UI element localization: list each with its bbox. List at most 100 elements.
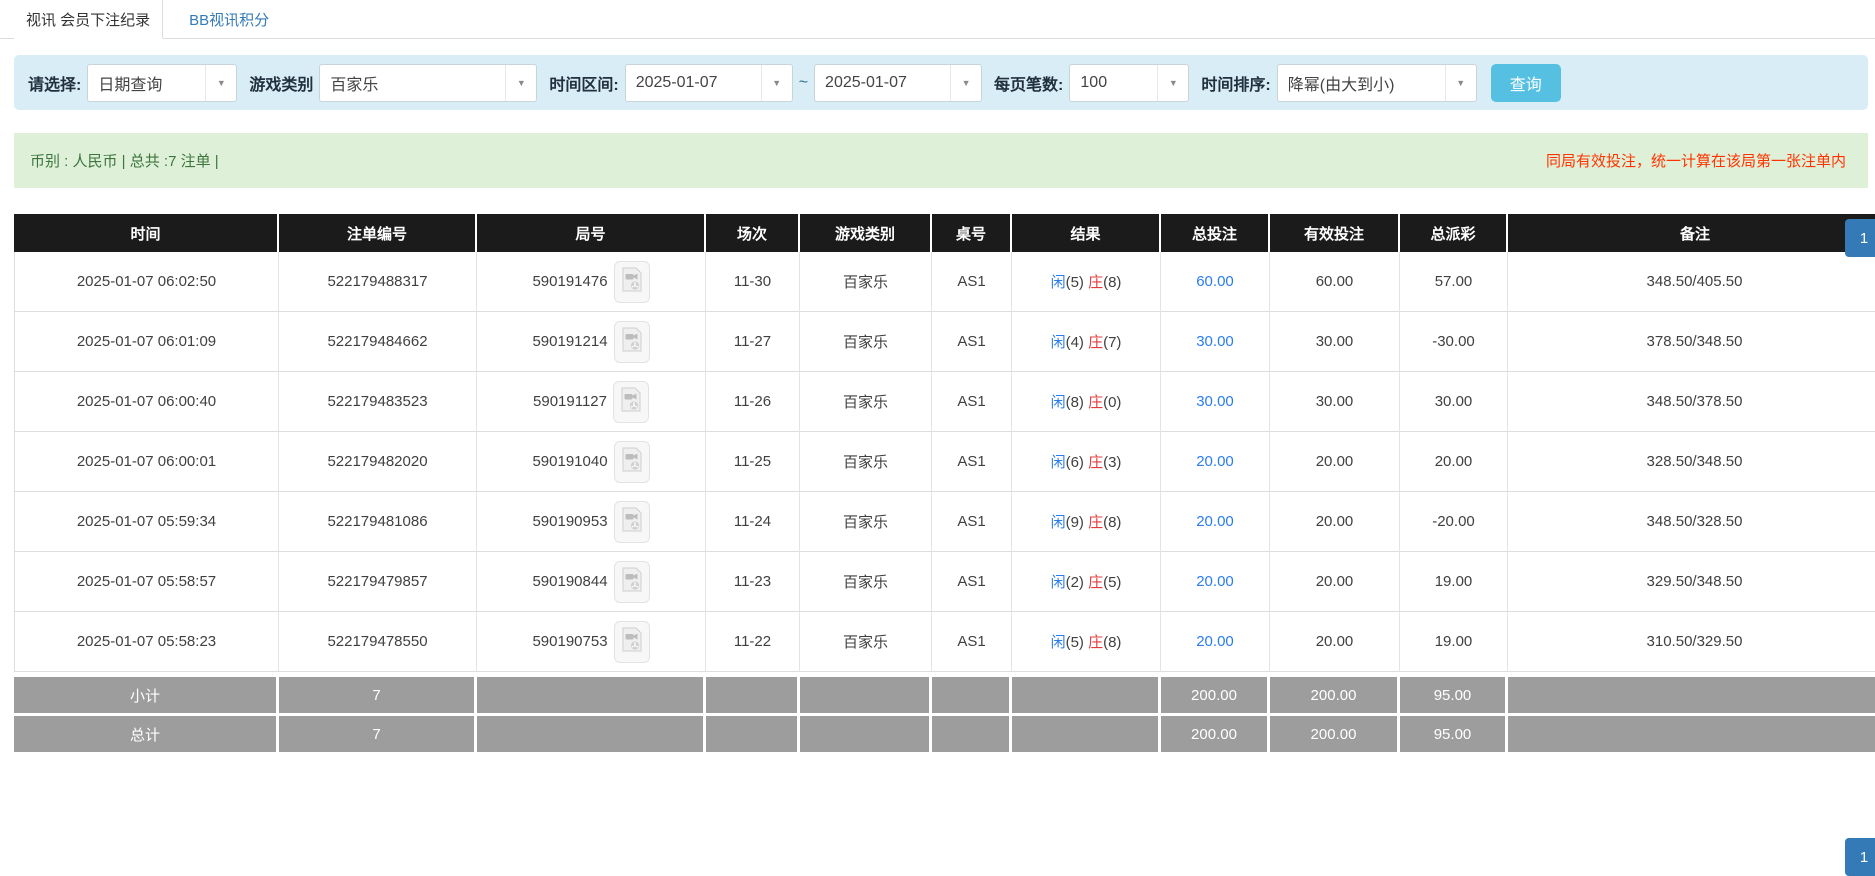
- cell-payout: 57.00: [1400, 252, 1508, 312]
- grand-total-row-cell-8: 200.00: [1161, 716, 1270, 755]
- video-replay-button[interactable]: [614, 321, 650, 363]
- page-size-value: 100: [1070, 65, 1157, 101]
- chevron-down-icon[interactable]: ▼: [505, 65, 536, 101]
- tab-bb-video-points[interactable]: BB视讯积分: [177, 0, 281, 38]
- page-size-select[interactable]: 100 ▼: [1069, 64, 1189, 102]
- subtotal-row-cell-6: [932, 672, 1012, 716]
- cell-session: 11-27: [706, 312, 800, 372]
- video-replay-button[interactable]: [614, 621, 650, 663]
- cell-time: 2025-01-07 05:58:23: [14, 612, 279, 672]
- cell-remark: 328.50/348.50: [1508, 432, 1875, 492]
- date-to-input[interactable]: 2025-01-07 ▼: [814, 64, 982, 102]
- grand-total-row-cell-7: [1012, 716, 1161, 755]
- tab-bar: 视讯 会员下注纪录 BB视讯积分: [0, 0, 1875, 39]
- subtotal-row: 小计7200.00200.0095.00: [14, 672, 1875, 716]
- page-size-label: 每页笔数:: [994, 71, 1063, 95]
- cell-game-type: 百家乐: [800, 432, 932, 492]
- query-type-select[interactable]: 日期查询 ▼: [87, 64, 237, 102]
- cell-game-type: 百家乐: [800, 312, 932, 372]
- column-header-9: 有效投注: [1270, 214, 1400, 252]
- chevron-down-icon[interactable]: ▼: [761, 65, 792, 101]
- video-replay-icon: [621, 507, 643, 536]
- subtotal-row-cell-7: [1012, 672, 1161, 716]
- total-bet-link[interactable]: 20.00: [1196, 573, 1234, 590]
- video-replay-button[interactable]: [614, 261, 650, 303]
- cell-bet-id: 522179478550: [279, 612, 477, 672]
- total-bet-link[interactable]: 20.00: [1196, 513, 1234, 530]
- result-banker-label: 庄: [1088, 634, 1103, 651]
- total-bet-link[interactable]: 30.00: [1196, 333, 1234, 350]
- cell-payout: 30.00: [1400, 372, 1508, 432]
- result-banker-score: (8): [1103, 514, 1121, 531]
- subtotal-row-cell-9: 200.00: [1270, 672, 1400, 716]
- result-banker-score: (8): [1103, 634, 1121, 651]
- video-replay-button[interactable]: [614, 441, 650, 483]
- table-header-row: 时间注单编号局号场次游戏类别桌号结果总投注有效投注总派彩备注: [14, 214, 1875, 252]
- chevron-down-icon[interactable]: ▼: [1157, 65, 1188, 101]
- sort-order-select[interactable]: 降幂(由大到小) ▼: [1277, 64, 1477, 102]
- cell-game-type: 百家乐: [800, 612, 932, 672]
- sort-order-label: 时间排序:: [1201, 71, 1270, 95]
- result-player-label: 闲: [1051, 514, 1066, 531]
- pagination-page-1[interactable]: 1: [1845, 219, 1875, 257]
- result-banker-score: (5): [1103, 574, 1121, 591]
- cell-bet-id: 522179479857: [279, 552, 477, 612]
- grand-total-row-cell-10: 95.00: [1400, 716, 1508, 755]
- search-button[interactable]: 查询: [1491, 64, 1561, 102]
- cell-game-type: 百家乐: [800, 552, 932, 612]
- cell-time: 2025-01-07 06:02:50: [14, 252, 279, 312]
- subtotal-row-cell-5: [800, 672, 932, 716]
- chevron-down-icon[interactable]: ▼: [1445, 65, 1476, 101]
- result-player-score: (2): [1066, 574, 1089, 591]
- video-replay-button[interactable]: [613, 381, 649, 423]
- column-header-8: 总投注: [1161, 214, 1270, 252]
- subtotal-row-cell-8: 200.00: [1161, 672, 1270, 716]
- cell-result: 闲(2) 庄(5): [1012, 552, 1161, 612]
- round-id-text: 590191476: [532, 273, 607, 290]
- result-banker-label: 庄: [1088, 394, 1103, 411]
- chevron-down-icon[interactable]: ▼: [950, 65, 981, 101]
- chevron-down-icon[interactable]: ▼: [205, 65, 236, 101]
- subtotal-row-cell-4: [706, 672, 800, 716]
- grand-total-row-cell-4: [706, 716, 800, 755]
- cell-total-bet: 30.00: [1161, 372, 1270, 432]
- cell-remark: 348.50/405.50: [1508, 252, 1875, 312]
- total-bet-link[interactable]: 20.00: [1196, 633, 1234, 650]
- total-bet-link[interactable]: 30.00: [1196, 393, 1234, 410]
- column-header-7: 结果: [1012, 214, 1161, 252]
- table-row: 2025-01-07 06:00:01522179482020590191040…: [14, 432, 1875, 492]
- cell-table-no: AS1: [932, 612, 1012, 672]
- cell-valid-bet: 30.00: [1270, 312, 1400, 372]
- query-type-value: 日期查询: [88, 65, 205, 101]
- cell-valid-bet: 60.00: [1270, 252, 1400, 312]
- result-player-score: (6): [1066, 454, 1089, 471]
- video-replay-button[interactable]: [614, 561, 650, 603]
- cell-result: 闲(4) 庄(7): [1012, 312, 1161, 372]
- tab-video-bet-records[interactable]: 视讯 会员下注纪录: [14, 0, 163, 39]
- total-bet-link[interactable]: 60.00: [1196, 273, 1234, 290]
- date-to-value: 2025-01-07: [815, 65, 950, 101]
- cell-total-bet: 20.00: [1161, 492, 1270, 552]
- cell-session: 11-26: [706, 372, 800, 432]
- column-header-1: 时间: [14, 214, 279, 252]
- cell-round-id: 590191214: [477, 312, 706, 372]
- game-type-select[interactable]: 百家乐 ▼: [319, 64, 537, 102]
- currency-total-text: 币别 : 人民币 | 总共 :7 注单 |: [30, 150, 219, 171]
- date-from-input[interactable]: 2025-01-07 ▼: [625, 64, 793, 102]
- cell-total-bet: 20.00: [1161, 432, 1270, 492]
- game-type-label: 游戏类别: [249, 71, 313, 95]
- result-player-score: (5): [1066, 274, 1089, 291]
- cell-time: 2025-01-07 06:01:09: [14, 312, 279, 372]
- pagination-page-1-bottom[interactable]: 1: [1845, 838, 1875, 876]
- total-bet-link[interactable]: 20.00: [1196, 453, 1234, 470]
- result-banker-score: (7): [1103, 334, 1121, 351]
- video-replay-button[interactable]: [614, 501, 650, 543]
- result-player-score: (8): [1066, 394, 1089, 411]
- result-player-score: (9): [1066, 514, 1089, 531]
- result-player-score: (5): [1066, 634, 1089, 651]
- grand-total-row-cell-5: [800, 716, 932, 755]
- cell-bet-id: 522179483523: [279, 372, 477, 432]
- video-replay-icon: [621, 327, 643, 356]
- cell-session: 11-23: [706, 552, 800, 612]
- grand-total-row-cell-6: [932, 716, 1012, 755]
